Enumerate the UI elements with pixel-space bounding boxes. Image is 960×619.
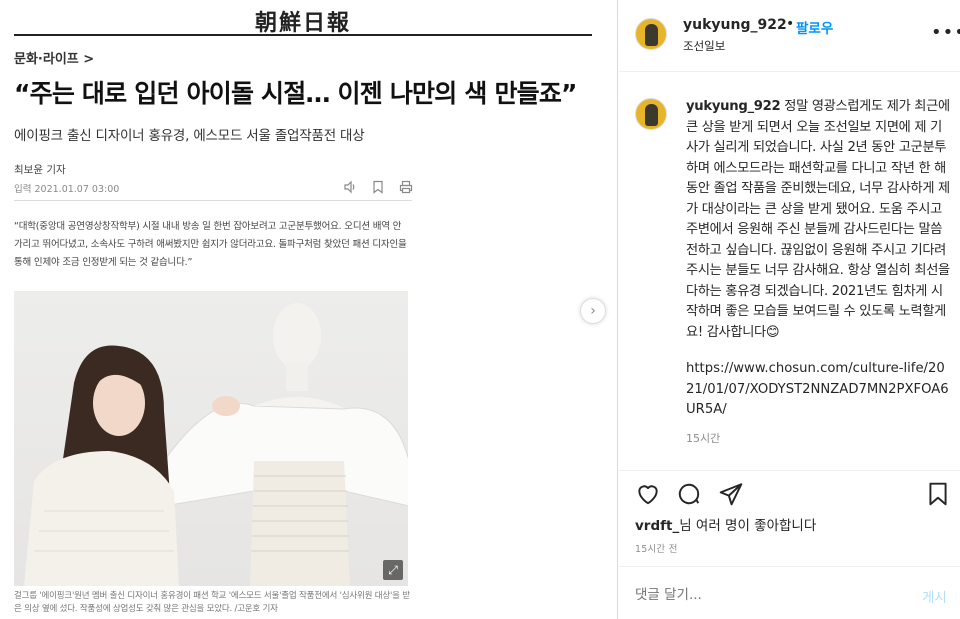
bookmark-icon [371, 179, 385, 194]
speaker-icon [343, 179, 357, 194]
likes-text[interactable]: 님 여러 명이 좋아합니다 [679, 518, 816, 534]
masthead-title: 朝鮮日報 [254, 10, 351, 36]
post-caption: yukyung_922 정말 영광스럽게도 제가 최근에 큰 상을 받게 되면서… [686, 97, 952, 343]
article-photo [14, 291, 408, 586]
action-bar [619, 470, 960, 516]
post-timestamp: 15시간 전 [635, 544, 678, 555]
article-tools [343, 179, 413, 194]
post-location[interactable]: 조선일보 [683, 38, 725, 54]
likes-summary: vrdft_님 여러 명이 좋아합니다 [635, 514, 816, 534]
article-section: 문화·라이프 > [14, 52, 95, 67]
caption-link[interactable]: https://www.chosun.com/culture-life/2021… [686, 359, 952, 421]
save-bookmark-icon[interactable] [925, 481, 951, 507]
post-sidebar: yukyung_922 • 팔로우 조선일보 ••• yukyung_922 정… [619, 0, 960, 619]
avatar[interactable] [635, 18, 667, 50]
print-icon [399, 179, 413, 194]
caption-time: 15시간 [686, 432, 721, 445]
header-username[interactable]: yukyung_922 [683, 17, 787, 33]
article-divider [14, 200, 412, 201]
expand-icon[interactable]: ⤢ [383, 560, 403, 580]
newspaper-masthead: 朝鮮日報 [14, 8, 592, 36]
photo-caption: 걸그룹 '에이핑크'원년 멤버 출신 디자이너 홍유경이 패션 학교 '에스모드… [14, 591, 410, 614]
post-media[interactable]: 朝鮮日報 문화·라이프 > “주는 대로 입던 아이돌 시절… 이젠 나만의 색… [0, 0, 618, 619]
more-horizontal-icon[interactable]: ••• [931, 22, 960, 43]
comment-icon[interactable] [676, 481, 702, 507]
comment-input[interactable] [635, 587, 895, 603]
follow-button[interactable]: 팔로우 [796, 17, 833, 37]
separator-dot: • [786, 16, 795, 32]
post-header: yukyung_922 • 팔로우 조선일보 ••• [619, 0, 960, 72]
caption-area: yukyung_922 정말 영광스럽게도 제가 최근에 큰 상을 받게 되면서… [619, 72, 960, 470]
next-chevron-icon[interactable]: › [580, 298, 606, 324]
article-quote: “대학(중앙대 공연영상창작학부) 시절 내내 방송 일 한번 잡아보려고 고군… [14, 221, 407, 268]
article-byline: 최보윤 기자 [14, 164, 66, 176]
heart-icon[interactable] [635, 481, 661, 507]
article-headline: “주는 대로 입던 아이돌 시절… 이젠 나만의 색 만들죠” [14, 79, 578, 108]
post-comment-button[interactable]: 게시 [922, 586, 947, 606]
share-icon[interactable] [718, 481, 744, 507]
caption-avatar[interactable] [635, 98, 667, 130]
caption-username[interactable]: yukyung_922 [686, 99, 781, 114]
article-date: 입력 2021.01.07 03:00 [14, 184, 120, 195]
article-subhead: 에이핑크 출신 디자이너 홍유경, 에스모드 서울 졸업작품전 대상 [14, 128, 365, 144]
caption-body: 정말 영광스럽게도 제가 최근에 큰 상을 받게 되면서 오늘 조선일보 지면에… [686, 99, 950, 340]
comment-bar: 게시 [619, 566, 960, 619]
liker-username[interactable]: vrdft_ [635, 518, 679, 534]
